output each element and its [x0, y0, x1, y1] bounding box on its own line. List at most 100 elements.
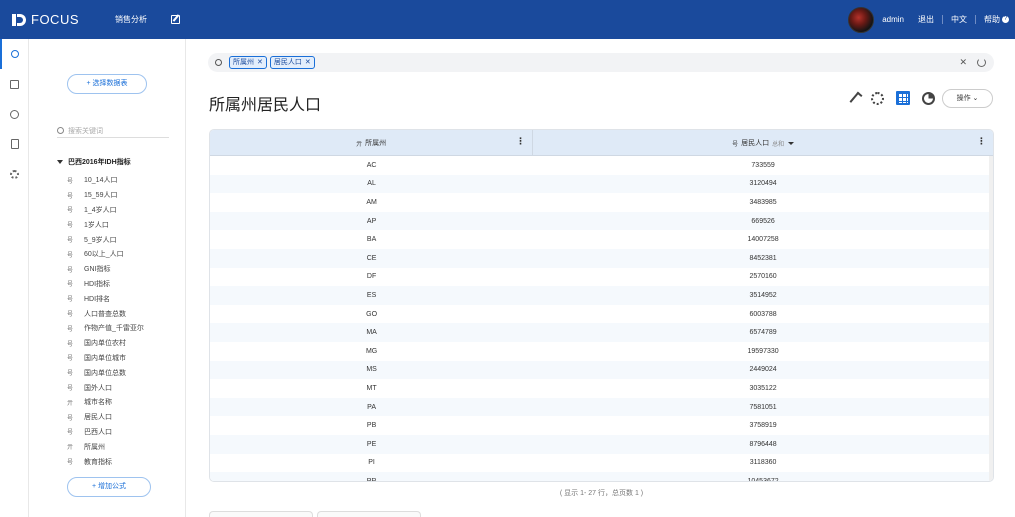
tree-item[interactable]: 号 国外人口: [67, 380, 177, 395]
bottom-tab[interactable]: [209, 511, 313, 517]
table-row[interactable]: ES 3514952: [210, 286, 993, 305]
table-row[interactable]: PB 3758919: [210, 416, 993, 435]
table-row[interactable]: AC 733559: [210, 156, 993, 175]
tree-item[interactable]: 亓 城市名称: [67, 395, 177, 410]
tree-item[interactable]: 号 国内单位城市: [67, 351, 177, 366]
measure-icon: 号: [67, 355, 74, 363]
table-row[interactable]: BA 14007258: [210, 230, 993, 249]
language-switch[interactable]: 中文: [951, 14, 967, 25]
message-icon: [10, 79, 19, 89]
table-row[interactable]: PE 8796448: [210, 434, 993, 454]
tree-item-label: 1岁人口: [84, 221, 109, 229]
table-row[interactable]: MS 2449024: [210, 360, 993, 380]
logo[interactable]: FOCUS: [12, 12, 102, 27]
remove-token-icon[interactable]: ✕: [305, 57, 311, 68]
tree-item[interactable]: 号 国内单位农村: [67, 336, 177, 351]
settings-icon[interactable]: [871, 91, 884, 105]
cell-state: CE: [366, 254, 377, 262]
tree-item[interactable]: 号 居民人口: [67, 410, 177, 425]
table-view-icon[interactable]: [896, 91, 910, 105]
table-row[interactable]: PI 3118360: [210, 454, 993, 473]
rail-help[interactable]: [0, 99, 29, 129]
table-row[interactable]: PR 10453672: [210, 472, 993, 481]
tree-item[interactable]: 号 作物产值_千雷亚尔: [67, 321, 177, 336]
tree-item[interactable]: 号 巴西人口: [67, 425, 177, 440]
tree-item[interactable]: 号 教育指标: [67, 454, 177, 465]
tree-item-label: 5_9岁人口: [84, 236, 117, 244]
table-row[interactable]: MG 19597330: [210, 342, 993, 361]
tree-item[interactable]: 号 1岁人口: [67, 217, 177, 232]
clear-icon[interactable]: ✕: [959, 57, 967, 68]
aggregation-label: 总和: [772, 141, 785, 148]
measure-icon: 号: [67, 459, 74, 465]
tree-item[interactable]: 号 10_14人口: [67, 173, 177, 188]
tree-item[interactable]: 号 国内单位总数: [67, 365, 177, 380]
table-header: 亓 所属州 ⋮ 号 居民人口 总和 ⋮: [210, 130, 993, 156]
tree-item-label: 人口普查总数: [84, 310, 126, 318]
logo-mark-icon: [12, 13, 26, 27]
rail-docs[interactable]: [0, 129, 29, 159]
cell-population: 8796448: [749, 440, 777, 448]
table-row[interactable]: MA 6574789: [210, 323, 993, 342]
tree-item[interactable]: 号 HDI指标: [67, 277, 177, 292]
measure-icon: 号: [67, 281, 74, 289]
username[interactable]: admin: [882, 15, 904, 24]
cell-population: 3483985: [749, 198, 777, 206]
column-header-population[interactable]: 号 居民人口 总和 ⋮: [533, 130, 993, 156]
table-row[interactable]: AL 3120494: [210, 174, 993, 194]
table-row[interactable]: PA 7581051: [210, 397, 993, 417]
table-row[interactable]: CE 8452381: [210, 248, 993, 268]
refresh-icon[interactable]: [977, 58, 986, 67]
tree-item[interactable]: 号 60以上_人口: [67, 247, 177, 262]
tree-item[interactable]: 亓 所属州: [67, 439, 177, 454]
avatar[interactable]: [848, 6, 875, 33]
cell-state: MA: [366, 329, 377, 337]
keyword-search[interactable]: 搜索关键词: [57, 124, 169, 138]
chart-view-icon[interactable]: [922, 91, 935, 105]
data-panel: + 选择数据表 搜索关键词 巴西2016年IDH指标 号 10_14人口号 15_5…: [29, 39, 186, 517]
scrollbar[interactable]: [989, 156, 993, 481]
remove-token-icon[interactable]: ✕: [257, 57, 263, 68]
tree-item-label: 60以上_人口: [84, 251, 124, 259]
table-row[interactable]: DF 2570160: [210, 268, 993, 287]
sort-down-icon[interactable]: [788, 141, 795, 145]
measure-icon: 号: [67, 237, 74, 245]
operations-button[interactable]: 操作 ⌄: [942, 89, 993, 108]
table-row[interactable]: AM 3483985: [210, 193, 993, 212]
table-row[interactable]: MT 3035122: [210, 379, 993, 398]
column-header-state[interactable]: 亓 所属州 ⋮: [210, 130, 534, 156]
tree-item-label: 15_59人口: [84, 192, 118, 200]
tree-item[interactable]: 号 HDI排名: [67, 291, 177, 306]
cell-population: 7581051: [749, 403, 777, 411]
pin-icon[interactable]: [849, 91, 863, 105]
tree-root[interactable]: 巴西2016年IDH指标: [57, 157, 131, 167]
table-row[interactable]: GO 6003788: [210, 305, 993, 324]
search-bar[interactable]: 所属州 ✕ 居民人口 ✕ ✕: [208, 53, 994, 72]
rail-messages[interactable]: [0, 69, 29, 99]
bottom-tab[interactable]: [317, 511, 421, 517]
nav-sales-analysis[interactable]: 销售分析: [115, 14, 147, 25]
tree-item[interactable]: 号 人口普查总数: [67, 306, 177, 321]
edit-icon[interactable]: [171, 15, 180, 24]
table-row[interactable]: AP 669526: [210, 211, 993, 231]
help-link[interactable]: 帮助?: [984, 14, 1009, 25]
select-table-button[interactable]: + 选择数据表: [67, 74, 147, 94]
tree-item[interactable]: 号 GNI指标: [67, 262, 177, 277]
column-menu-icon[interactable]: ⋮: [977, 137, 986, 146]
logout-link[interactable]: 退出: [918, 14, 934, 25]
search-token[interactable]: 居民人口 ✕: [269, 56, 315, 69]
measure-icon: 号: [67, 207, 74, 215]
tree-item[interactable]: 号 5_9岁人口: [67, 232, 177, 247]
tree-item[interactable]: 号 15_59人口: [67, 188, 177, 203]
rail-search[interactable]: [0, 39, 29, 69]
search-token[interactable]: 所属州 ✕: [229, 56, 267, 69]
column-menu-icon[interactable]: ⋮: [516, 137, 525, 146]
add-formula-button[interactable]: + 增加公式: [67, 477, 151, 497]
rail-settings[interactable]: [0, 159, 29, 189]
cell-population: 14007258: [747, 236, 779, 244]
measure-icon: 号: [67, 385, 74, 393]
cell-state: AM: [366, 198, 377, 206]
measure-icon: 号: [67, 325, 74, 333]
tree-item[interactable]: 号 1_4岁人口: [67, 203, 177, 218]
cell-state: ES: [366, 291, 377, 299]
